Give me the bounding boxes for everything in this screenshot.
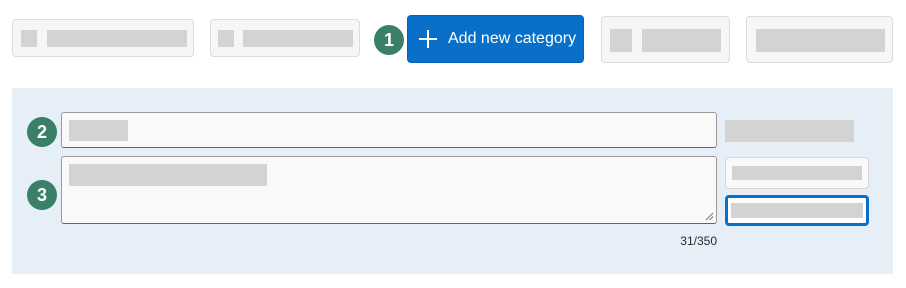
description-char-counter: 31/350 [680,234,717,248]
toolbar-button-4[interactable] [746,16,893,63]
toolbar-button-2-label [243,30,353,47]
toolbar-button-3-label [642,29,721,52]
save-button[interactable] [725,195,869,226]
add-new-category-button[interactable]: Add new category [407,15,584,63]
toolbar-button-4-label [756,29,885,52]
toolbar-button-2[interactable] [210,19,360,57]
toolbar-button-1-label [47,30,187,47]
side-label [725,120,854,142]
category-name-value [69,120,128,141]
category-description-textarea[interactable] [61,156,717,224]
category-name-input[interactable] [61,112,717,148]
category-description-value [69,164,267,186]
toolbar-button-1[interactable] [12,19,194,57]
plus-icon [419,30,437,48]
step-badge-3: 3 [27,180,57,210]
step-badge-2: 2 [27,117,57,147]
toolbar-button-3-icon [610,29,632,52]
add-new-category-label: Add new category [448,30,577,47]
resize-handle-icon[interactable] [705,212,714,221]
cancel-button[interactable] [725,157,869,189]
toolbar-button-1-icon [21,30,37,47]
cancel-button-label [732,166,862,180]
save-button-label [731,203,863,218]
toolbar-button-3[interactable] [601,16,730,63]
step-badge-1: 1 [374,25,404,55]
toolbar-button-2-icon [218,30,234,47]
